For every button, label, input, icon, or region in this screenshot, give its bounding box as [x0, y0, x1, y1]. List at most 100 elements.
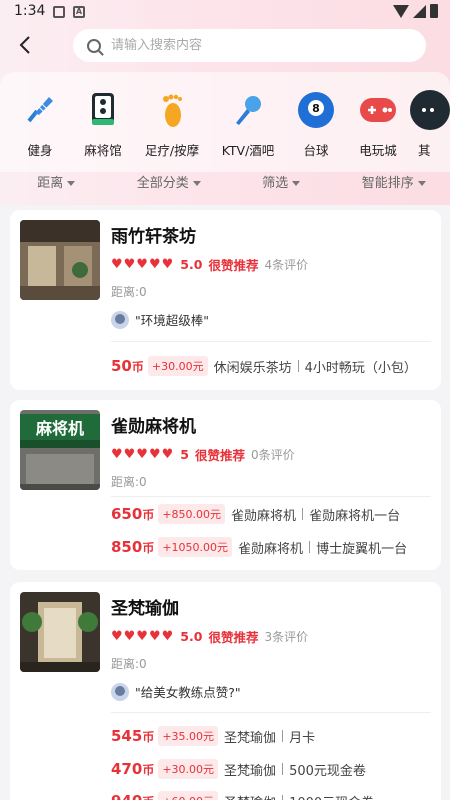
category-label: 足疗/按摩	[144, 143, 200, 158]
deal-item[interactable]: 940币 +60.00元 圣梵瑜伽 1000元现金卷	[111, 791, 374, 800]
deal-title: 雀勋麻将机	[231, 508, 297, 524]
search-input[interactable]	[111, 38, 401, 53]
deal-extra-cash: +60.00元	[158, 791, 219, 800]
filter-category[interactable]: 全部分类	[113, 172, 226, 202]
deal-title: 圣梵瑜伽	[224, 792, 276, 800]
deal-item[interactable]: 50币 +30.00元 休闲娱乐茶坊 4小时畅玩（小包）	[111, 356, 417, 376]
status-time: 1:34	[14, 3, 46, 19]
caret-down-icon	[417, 181, 426, 186]
category-label: 健身	[27, 143, 53, 158]
rating-row: ♥♥♥♥♥ 5.0 很赞推荐 4条评价	[111, 255, 308, 274]
deal-extra-cash: +30.00元	[147, 356, 208, 376]
divider	[111, 341, 431, 342]
deal-extra-cash: +850.00元	[158, 504, 226, 524]
deal-extra-cash: +35.00元	[158, 726, 219, 746]
recommend-label: 很赞推荐	[208, 630, 259, 645]
deal-title: 圣梵瑜伽	[224, 730, 277, 746]
deal-title: 雀勋麻将机	[238, 541, 304, 557]
deal-extra-cash: +1050.00元	[158, 537, 233, 557]
category-ktv[interactable]: KTV/酒吧	[216, 90, 280, 159]
review-count: 3条评价	[264, 630, 309, 644]
divider	[309, 541, 311, 553]
deal-price: 470币	[111, 760, 155, 778]
deal-title: 圣梵瑜伽	[224, 763, 277, 779]
divider	[282, 795, 284, 800]
deal-item[interactable]: 850币 +1050.00元 雀勋麻将机 博士旋翼机一台	[111, 537, 407, 557]
search-icon	[87, 38, 101, 53]
rating-score: 5.0	[180, 257, 203, 272]
heart-rating-icon: ♥♥♥♥♥	[111, 447, 175, 462]
deal-item[interactable]: 650币 +850.00元 雀勋麻将机 雀勋麻将机一台	[111, 504, 400, 524]
recommend-label: 很赞推荐	[194, 448, 245, 463]
divider	[282, 730, 284, 742]
deal-desc: 月卡	[289, 730, 316, 746]
shop-card[interactable]: 麻将机 雀勋麻将机 ♥♥♥♥♥ 5 很赞推荐 0条评价 距离:0 650币 +8…	[10, 400, 441, 570]
billiards-icon: 8	[296, 90, 336, 130]
deal-price: 940币	[111, 792, 154, 800]
category-billiards[interactable]: 8 台球	[284, 90, 348, 159]
deal-price: 545币	[111, 727, 155, 745]
recommend-label: 很赞推荐	[208, 258, 259, 273]
review-count: 4条评价	[264, 258, 309, 272]
category-arcade[interactable]: 电玩城	[346, 90, 410, 159]
more-icon	[410, 90, 450, 130]
microphone-icon	[228, 90, 268, 130]
heart-rating-icon: ♥♥♥♥♥	[111, 257, 175, 272]
badminton-icon	[20, 90, 60, 130]
avatar	[111, 310, 129, 329]
filter-screen[interactable]: 筛选	[225, 172, 338, 202]
deal-desc: 博士旋翼机一台	[316, 541, 408, 557]
svg-text:麻将机: 麻将机	[35, 419, 84, 438]
category-label: 麻将馆	[84, 143, 122, 158]
svg-text:8: 8	[312, 102, 320, 115]
shop-photo: 麻将机	[20, 410, 100, 490]
signal-icon	[413, 4, 426, 18]
rating-score: 5	[180, 447, 189, 462]
category-mahjong[interactable]: 麻将馆	[71, 90, 135, 159]
battery-icon	[430, 4, 438, 18]
shop-name: 雨竹轩茶坊	[111, 227, 196, 247]
deal-item[interactable]: 470币 +30.00元 圣梵瑜伽 500元现金卷	[111, 759, 366, 779]
chevron-left-icon	[19, 36, 30, 54]
shop-name: 雀勋麻将机	[111, 417, 196, 437]
shop-photo	[20, 592, 100, 672]
avatar	[111, 682, 129, 701]
shop-card[interactable]: 雨竹轩茶坊 ♥♥♥♥♥ 5.0 很赞推荐 4条评价 距离:0 "环境超级棒" 5…	[10, 210, 441, 390]
shop-card[interactable]: 圣梵瑜伽 ♥♥♥♥♥ 5.0 很赞推荐 3条评价 距离:0 "给美女教练点赞?"…	[10, 582, 441, 800]
divider	[111, 712, 431, 713]
shop-name: 圣梵瑜伽	[111, 599, 179, 619]
gallery-notification-icon	[53, 6, 65, 18]
top-comment: "给美女教练点赞?"	[111, 682, 241, 701]
status-bar: 1:34 A	[0, 0, 450, 24]
back-button[interactable]	[14, 33, 38, 57]
divider	[297, 360, 299, 372]
category-fitness[interactable]: 健身	[8, 90, 72, 159]
filter-bar: 距离 全部分类 筛选 智能排序	[0, 172, 450, 202]
category-more[interactable]: 其	[410, 90, 450, 159]
search-bar[interactable]	[73, 29, 426, 62]
deal-item[interactable]: 545币 +35.00元 圣梵瑜伽 月卡	[111, 726, 315, 746]
filter-distance[interactable]: 距离	[0, 172, 113, 202]
category-label: 电玩城	[359, 143, 397, 158]
caret-down-icon	[67, 181, 76, 186]
comment-text: "给美女教练点赞?"	[135, 685, 241, 700]
gamepad-icon	[358, 90, 398, 130]
filter-sort[interactable]: 智能排序	[338, 172, 450, 202]
deal-desc: 雀勋麻将机一台	[309, 508, 401, 524]
shop-photo	[20, 220, 100, 300]
heart-rating-icon: ♥♥♥♥♥	[111, 629, 175, 644]
rating-row: ♥♥♥♥♥ 5 很赞推荐 0条评价	[111, 445, 295, 464]
deal-desc: 500元现金卷	[289, 763, 366, 779]
deal-extra-cash: +30.00元	[158, 759, 219, 779]
foot-icon	[152, 90, 192, 130]
deal-price: 850币	[111, 538, 155, 556]
review-count: 0条评价	[251, 448, 295, 462]
a-notification-icon: A	[73, 6, 85, 18]
distance: 距离:0	[111, 285, 147, 299]
category-foot-massage[interactable]: 足疗/按摩	[140, 90, 204, 159]
divider	[282, 763, 284, 775]
distance: 距离:0	[111, 475, 147, 489]
distance: 距离:0	[111, 657, 147, 671]
mahjong-icon	[83, 90, 123, 130]
deal-desc: 1000元现金卷	[289, 792, 374, 800]
